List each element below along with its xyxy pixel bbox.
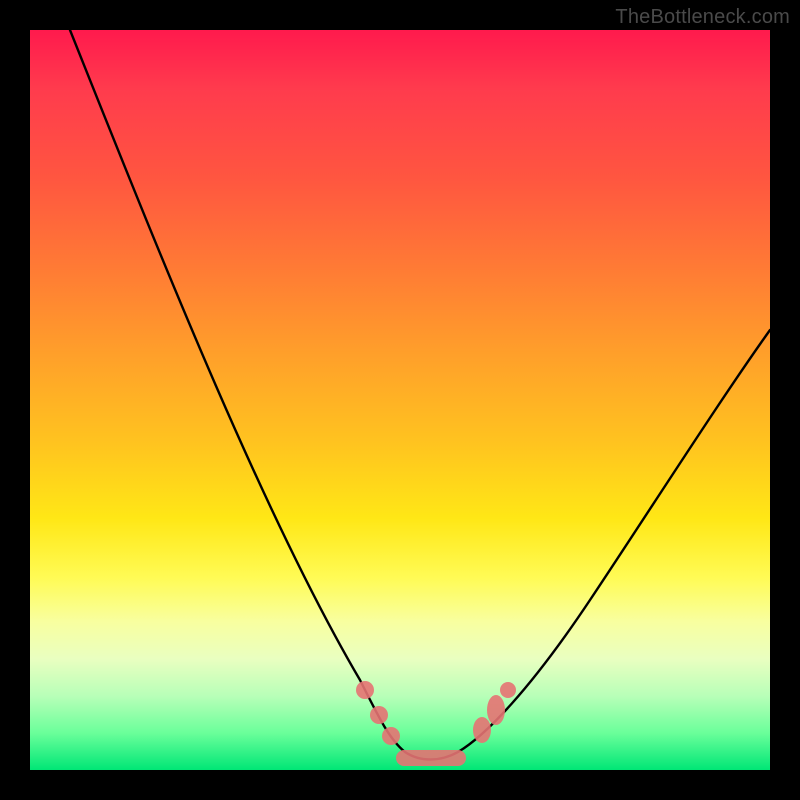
chart-frame: TheBottleneck.com	[0, 0, 800, 800]
plot-area	[30, 30, 770, 770]
marker-dot	[500, 682, 516, 698]
marker-dot	[382, 727, 400, 745]
bottleneck-curve-svg	[30, 30, 770, 770]
marker-dot	[356, 681, 374, 699]
watermark-text: TheBottleneck.com	[615, 6, 790, 29]
bottleneck-curve	[70, 30, 770, 760]
marker-dot	[487, 695, 505, 725]
marker-dot	[370, 706, 388, 724]
marker-dot	[473, 717, 491, 743]
marker-flat-bottom	[396, 750, 466, 766]
